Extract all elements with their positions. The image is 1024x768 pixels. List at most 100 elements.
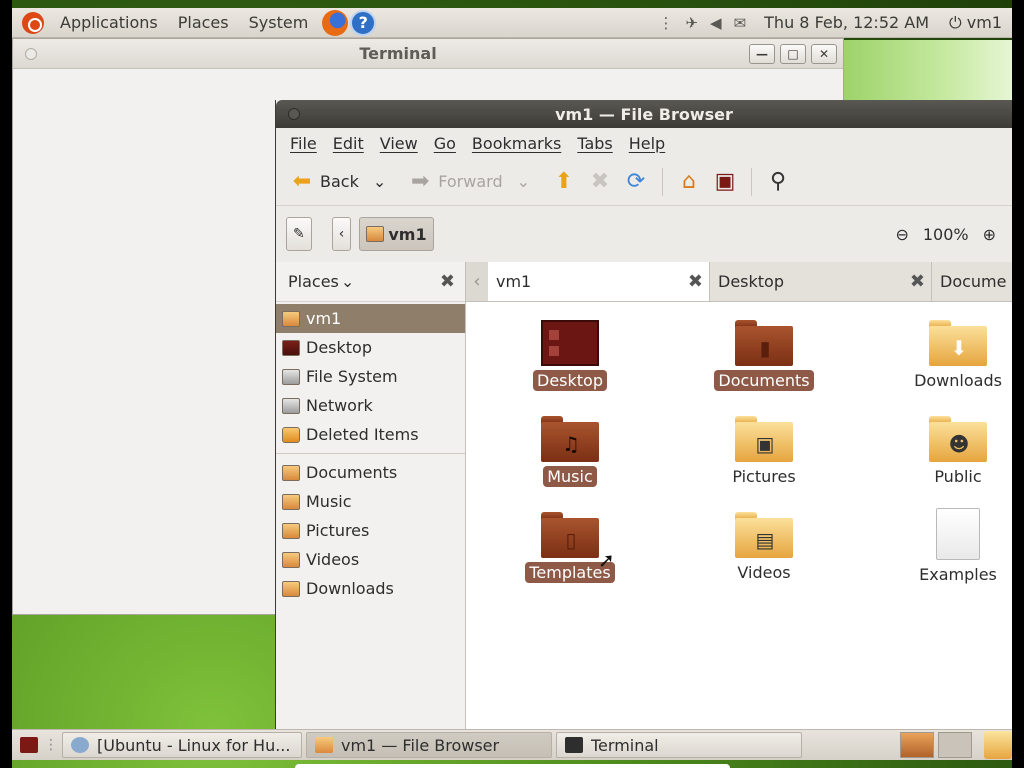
public-folder-icon: ☻ <box>929 416 987 462</box>
maximize-button[interactable]: □ <box>780 44 806 64</box>
menu-tabs[interactable]: Tabs <box>569 134 620 153</box>
sidebar-item-file-system[interactable]: File System <box>276 362 465 391</box>
icon-view[interactable]: Desktop ▮ Documents ⬇ Downloads ♫ Music … <box>466 302 1012 730</box>
file-item-videos[interactable]: ▤ Videos <box>704 512 824 583</box>
back-arrow-icon: ⬅ <box>292 169 312 194</box>
up-arrow-icon[interactable]: ⬆ <box>550 168 578 196</box>
file-item-label: Music <box>543 466 597 487</box>
mail-icon[interactable]: ✉ <box>734 14 747 32</box>
zoom-controls: ⊖ 100% ⊕ <box>895 225 1012 244</box>
sidebar-item-music[interactable]: Music <box>276 487 465 516</box>
tab-documents[interactable]: Docume <box>932 262 1012 301</box>
menu-bookmarks[interactable]: Bookmarks <box>464 134 569 153</box>
document-icon <box>936 508 980 560</box>
drive-icon <box>282 368 300 385</box>
sidebar-item-videos[interactable]: Videos <box>276 545 465 574</box>
file-browser-titlebar[interactable]: vm1 — File Browser <box>276 100 1012 128</box>
minimize-button[interactable]: — <box>749 44 775 64</box>
file-browser-window[interactable]: vm1 — File Browser File Edit View Go Boo… <box>275 100 1012 730</box>
menu-view[interactable]: View <box>372 134 426 153</box>
reload-icon[interactable]: ⟳ <box>622 168 650 196</box>
sidebar-item-network[interactable]: Network <box>276 391 465 420</box>
sidebar-item-downloads[interactable]: Downloads <box>276 574 465 603</box>
zoom-out-icon[interactable]: ⊖ <box>895 225 908 244</box>
sidebar-item-deleted-items[interactable]: Deleted Items <box>276 420 465 449</box>
file-item-pictures[interactable]: ▣ Pictures <box>704 416 824 487</box>
task-label: Terminal <box>591 735 659 755</box>
window-menu-icon[interactable] <box>25 48 37 60</box>
show-desktop-icon[interactable] <box>20 737 38 753</box>
downloads-folder-icon: ⬇ <box>929 320 987 366</box>
terminal-title: Terminal <box>359 44 437 63</box>
tab-scroll-left-icon[interactable]: ‹ <box>466 262 488 301</box>
file-browser-body: Places ⌄ ✖ vm1 Desktop File System Netwo… <box>276 262 1012 730</box>
workspace-1[interactable] <box>900 732 934 758</box>
menu-edit[interactable]: Edit <box>325 134 372 153</box>
file-item-label: Pictures <box>732 467 796 486</box>
edit-location-button[interactable]: ✎ <box>286 217 312 251</box>
file-item-desktop[interactable]: Desktop <box>510 320 630 391</box>
file-item-label: Desktop <box>533 370 607 391</box>
path-button-vm1[interactable]: vm1 <box>359 217 434 251</box>
file-item-downloads[interactable]: ⬇ Downloads <box>898 320 1018 391</box>
file-item-documents[interactable]: ▮ Documents <box>704 320 824 391</box>
home-folder-icon[interactable]: ⌂ <box>675 168 703 196</box>
close-sidebar-icon[interactable]: ✖ <box>440 271 455 292</box>
zoom-level[interactable]: 100% <box>923 225 969 244</box>
tab-label: Docume <box>940 272 1007 291</box>
sidebar-item-vm1[interactable]: vm1 <box>276 304 465 333</box>
file-browser-title: vm1 — File Browser <box>555 104 733 124</box>
network-icon[interactable]: ✈ <box>685 14 698 32</box>
help-icon <box>71 737 89 753</box>
terminal-titlebar[interactable]: Terminal — □ ✕ <box>13 39 843 69</box>
top-panel-indicators: ⋮ ✈ ◀ ✉ Thu 8 Feb, 12:52 AM ⏻ vm1 <box>658 13 1012 33</box>
search-icon[interactable]: ⚲ <box>764 168 792 196</box>
documents-folder-icon <box>282 464 300 481</box>
sidebar-item-label: vm1 <box>306 309 342 328</box>
zoom-in-icon[interactable]: ⊕ <box>983 225 996 244</box>
trash-icon[interactable] <box>984 731 1012 759</box>
stop-icon[interactable]: ✖ <box>586 168 614 196</box>
tab-vm1[interactable]: vm1 ✖ <box>488 262 710 301</box>
menu-file[interactable]: File <box>282 134 325 153</box>
close-tab-icon[interactable]: ✖ <box>910 271 925 292</box>
sidebar-item-documents[interactable]: Documents <box>276 458 465 487</box>
file-item-music[interactable]: ♫ Music <box>510 416 630 487</box>
file-item-label: Documents <box>714 370 814 391</box>
close-tab-icon[interactable]: ✖ <box>688 271 703 292</box>
taskbar-item-file-browser[interactable]: vm1 — File Browser <box>306 732 552 758</box>
path-scroll-left-button[interactable]: ‹ <box>331 217 352 251</box>
tab-desktop[interactable]: Desktop ✖ <box>710 262 932 301</box>
menu-go[interactable]: Go <box>426 134 464 153</box>
workspace-2[interactable] <box>938 732 972 758</box>
close-button[interactable]: ✕ <box>811 44 837 64</box>
computer-icon[interactable]: ▣ <box>711 168 739 196</box>
places-menu[interactable]: Places <box>168 13 239 32</box>
system-menu[interactable]: System <box>239 13 319 32</box>
workspace-switcher <box>900 731 1012 759</box>
sidebar-item-desktop[interactable]: Desktop <box>276 333 465 362</box>
menu-help[interactable]: Help <box>621 134 673 153</box>
applications-menu[interactable]: Applications <box>50 13 168 32</box>
chevron-down-icon[interactable]: ⌄ <box>373 172 386 191</box>
clock[interactable]: Thu 8 Feb, 12:52 AM <box>764 13 929 32</box>
back-button[interactable]: ⬅ Back ⌄ <box>288 168 386 196</box>
firefox-launcher-icon[interactable] <box>322 9 349 36</box>
chevron-down-icon[interactable]: ⌄ <box>517 172 530 191</box>
user-menu[interactable]: ⏻ vm1 <box>949 13 1002 33</box>
sidebar-item-label: File System <box>306 367 398 386</box>
user-name: vm1 <box>966 12 1002 32</box>
file-item-examples[interactable]: Examples <box>898 508 1018 585</box>
help-launcher-icon[interactable]: ? <box>350 9 377 36</box>
ubuntu-logo-icon[interactable] <box>22 11 44 34</box>
videos-folder-icon <box>282 551 300 568</box>
window-menu-icon[interactable] <box>288 108 300 120</box>
forward-button[interactable]: ➡ Forward ⌄ <box>406 168 530 196</box>
sidebar-item-pictures[interactable]: Pictures <box>276 516 465 545</box>
sidebar-title: Places <box>288 272 339 291</box>
volume-icon[interactable]: ◀ <box>710 14 722 32</box>
taskbar-item-browser[interactable]: [Ubuntu - Linux for Hu... <box>62 732 302 758</box>
sidebar-header[interactable]: Places ⌄ ✖ <box>276 262 465 302</box>
file-item-public[interactable]: ☻ Public <box>898 416 1018 487</box>
taskbar-item-terminal[interactable]: Terminal <box>556 732 802 758</box>
